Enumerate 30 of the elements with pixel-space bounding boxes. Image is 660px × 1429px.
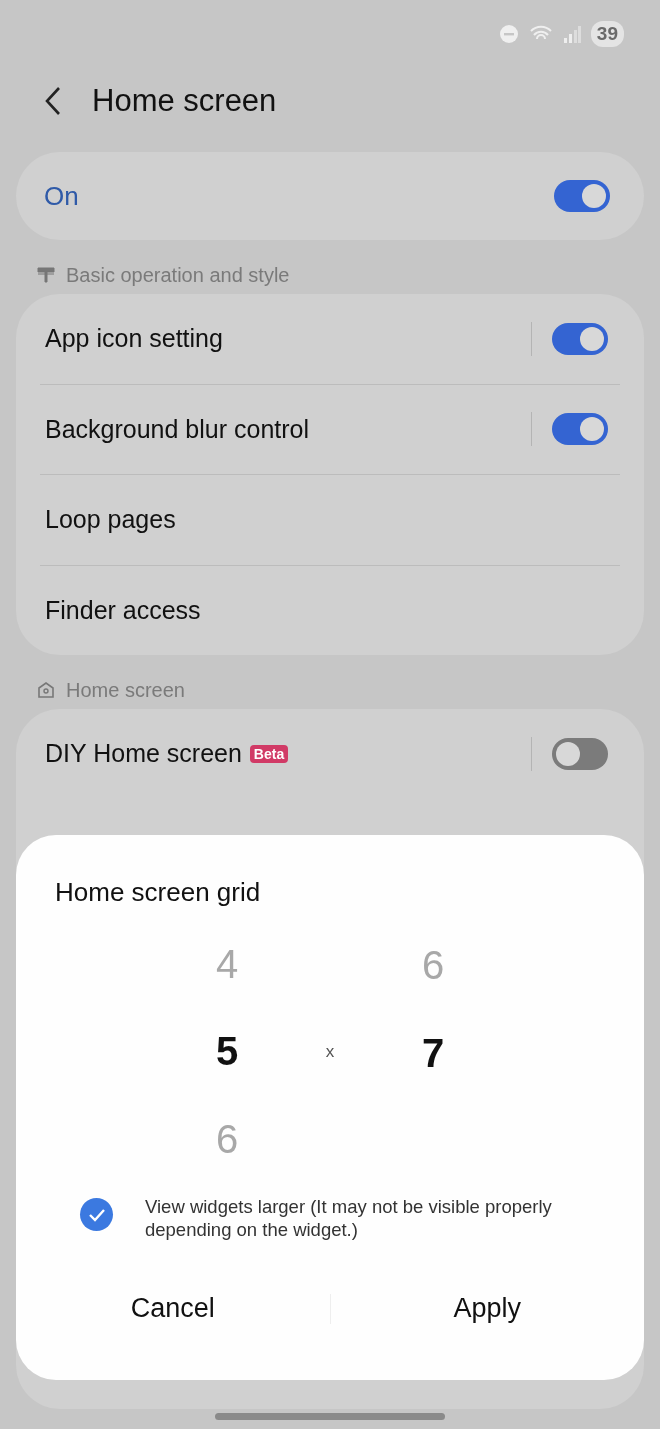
dialog-title: Home screen grid xyxy=(54,876,262,909)
checkbox-label: View widgets larger (It may not be visible properly depending on the widget.) xyxy=(145,1195,553,1241)
checkbox[interactable] xyxy=(80,1198,113,1231)
battery-level: 39 xyxy=(590,21,624,47)
back-icon[interactable] xyxy=(44,86,62,116)
switch-label: On xyxy=(44,180,79,212)
section-title: Home screen xyxy=(66,678,185,702)
home-icon xyxy=(36,680,56,700)
setting-label[interactable]: Background blur control xyxy=(45,414,310,444)
master-switch-bar[interactable]: On xyxy=(16,152,644,240)
times-sign: x xyxy=(325,1042,335,1062)
beta-badge: Beta xyxy=(249,744,289,763)
check-icon xyxy=(87,1207,106,1222)
setting-label[interactable]: App icon setting xyxy=(45,324,223,354)
toggle-switch[interactable] xyxy=(552,737,608,770)
toggle-switch[interactable] xyxy=(552,413,608,446)
setting-label[interactable]: DIY Home screen xyxy=(45,739,242,769)
section-title: Basic operation and style xyxy=(66,263,290,287)
brush-icon xyxy=(36,265,56,285)
dialog-button[interactable]: Apply xyxy=(330,1281,644,1336)
signal-icon xyxy=(562,25,581,43)
do-not-disturb-icon xyxy=(498,24,519,44)
picker-value[interactable]: 5 xyxy=(215,1029,239,1075)
picker-value[interactable]: 7 xyxy=(421,1030,445,1076)
toggle-switch[interactable] xyxy=(554,180,610,212)
setting-label[interactable]: Loop pages xyxy=(45,505,176,535)
dialog-button[interactable]: Cancel xyxy=(16,1281,330,1336)
page-title: Home screen xyxy=(92,83,277,119)
toggle-switch[interactable] xyxy=(552,322,608,355)
setting-label[interactable]: Finder access xyxy=(45,595,201,625)
